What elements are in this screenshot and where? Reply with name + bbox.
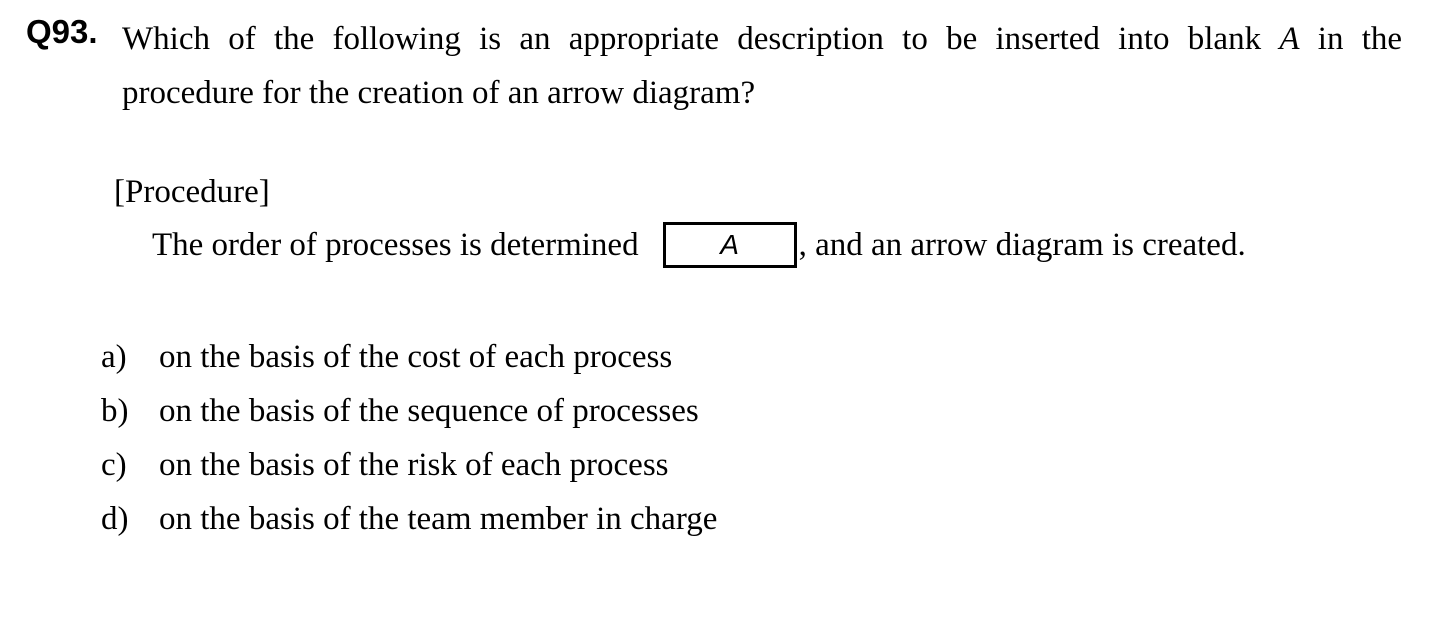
blank-a-box: A xyxy=(662,222,797,268)
question-number: Q93. xyxy=(26,13,98,50)
choice-b[interactable]: b) on the basis of the sequence of proce… xyxy=(101,384,717,438)
choice-text: on the basis of the cost of each process xyxy=(159,339,673,375)
choice-letter: a) xyxy=(101,339,127,375)
procedure-title: [Procedure] xyxy=(114,174,270,210)
choice-letter: b) xyxy=(101,393,129,429)
choice-d[interactable]: d) on the basis of the team member in ch… xyxy=(101,492,717,546)
procedure-body: The order of processes is determined A ,… xyxy=(152,222,1246,268)
answer-choices: a) on the basis of the cost of each proc… xyxy=(101,330,717,546)
question-stem: Which of the following is an appropriate… xyxy=(122,12,1402,120)
choice-text: on the basis of the risk of each process xyxy=(159,447,669,483)
question-stem-line-2: procedure for the creation of an arrow d… xyxy=(122,75,756,111)
choice-letter: c) xyxy=(101,447,127,483)
choice-letter: d) xyxy=(101,501,129,537)
stem-blank-reference: A xyxy=(1279,21,1300,57)
procedure-text-after: , and an arrow diagram is created. xyxy=(798,227,1246,263)
stem-text-after: in the xyxy=(1317,21,1403,57)
question-stem-line-1: Which of the following is an appropriate… xyxy=(122,12,1402,66)
stem-text-before: Which of the following is an appropriate… xyxy=(122,21,1262,57)
choice-text: on the basis of the team member in charg… xyxy=(159,501,718,537)
choice-a[interactable]: a) on the basis of the cost of each proc… xyxy=(101,330,717,384)
choice-text: on the basis of the sequence of processe… xyxy=(159,393,699,429)
choice-c[interactable]: c) on the basis of the risk of each proc… xyxy=(101,438,717,492)
procedure-text-before: The order of processes is determined xyxy=(152,227,639,263)
